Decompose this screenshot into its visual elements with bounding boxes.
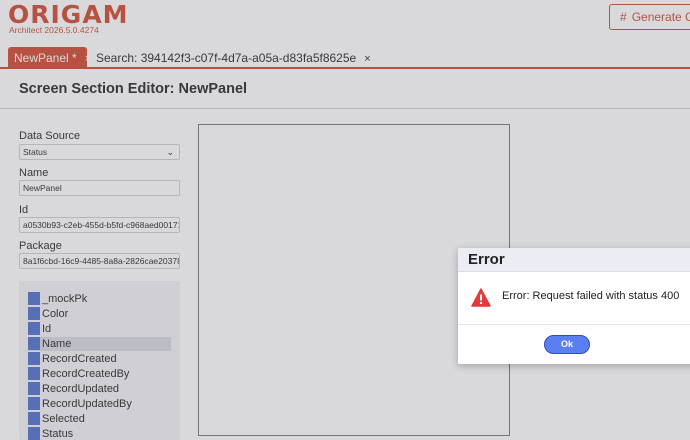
dialog-title: Error: [468, 251, 505, 268]
modal-overlay: [0, 0, 690, 440]
ok-button[interactable]: Ok: [544, 335, 590, 354]
warning-icon: [471, 288, 491, 307]
error-dialog: Error Error: Request failed with status …: [458, 248, 690, 364]
dialog-footer: Ok: [458, 324, 690, 364]
error-message: Error: Request failed with status 400: [502, 290, 680, 302]
dialog-header: Error: [458, 248, 690, 272]
